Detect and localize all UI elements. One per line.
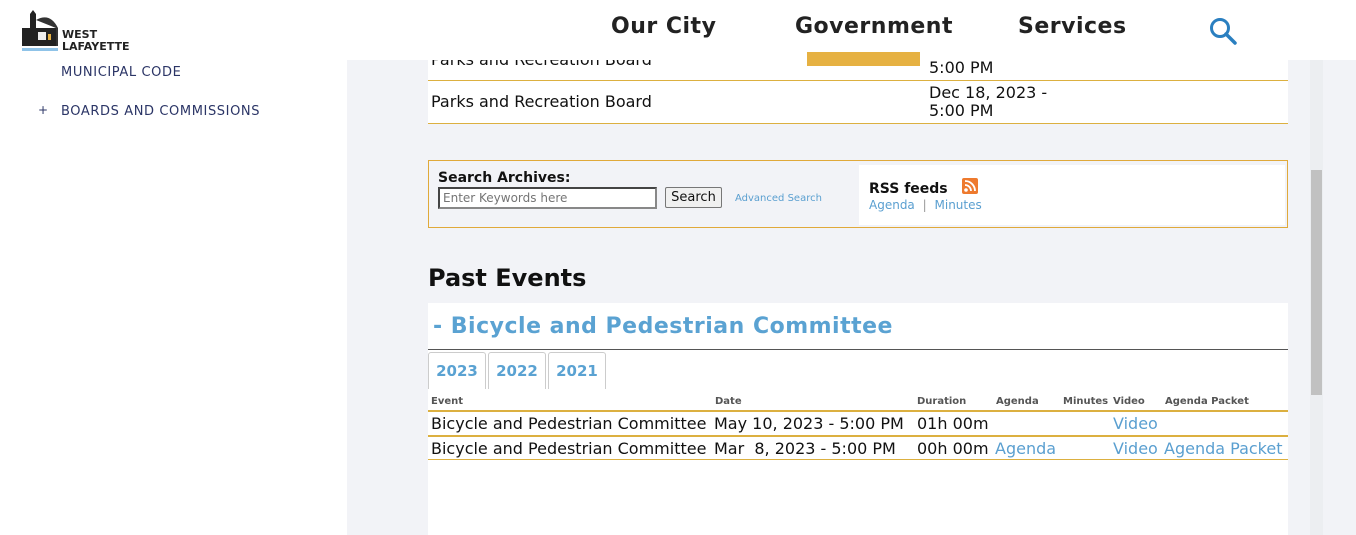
video-link[interactable]: Video [1113,414,1158,433]
search-archives-input[interactable] [438,187,657,209]
event-name: Parks and Recreation Board [431,92,652,111]
sidebar: MUNICIPAL CODE + BOARDS AND COMMISSIONS [0,0,347,535]
search-archives-label: Search Archives: [438,170,571,186]
search-button[interactable]: Search [665,187,722,208]
table-row: Bicycle and Pedestrian Committee May 10,… [428,410,1288,435]
event-date: Mar 8, 2023 - 5:00 PM [714,439,896,458]
event-date: Dec 18, 2023 - [929,83,1048,102]
divider [428,349,1288,350]
sidebar-item-boards-and-commissions[interactable]: BOARDS AND COMMISSIONS [61,104,260,119]
advanced-search-link[interactable]: Advanced Search [735,193,822,204]
col-minutes: Minutes [1063,396,1109,407]
expand-icon[interactable]: + [38,103,48,117]
active-nav-indicator [807,52,920,66]
nav-government[interactable]: Government [795,14,953,39]
past-events-panel: - Bicycle and Pedestrian Committee 2023 … [428,303,1288,535]
agenda-link[interactable]: Agenda [995,439,1056,458]
rss-feeds-box: RSS feeds Agenda | Minutes [859,165,1285,225]
scrollbar-thumb[interactable] [1311,170,1322,395]
agenda-packet-link[interactable]: Agenda Packet [1164,439,1282,458]
tab-2023[interactable]: 2023 [428,352,486,389]
tab-2021[interactable]: 2021 [548,352,606,389]
col-video: Video [1113,396,1145,407]
search-archives-box: Search Archives: Search Advanced Search … [428,160,1288,228]
event-name: Bicycle and Pedestrian Committee [431,414,707,433]
past-events-title: Past Events [428,264,587,292]
rss-icon[interactable] [962,178,978,194]
event-duration: 01h 00m [917,414,989,433]
svg-text:LAFAYETTE: LAFAYETTE [62,40,130,53]
nav-services[interactable]: Services [1018,14,1127,39]
col-agenda: Agenda [996,396,1039,407]
event-duration: 00h 00m [917,439,989,458]
col-duration: Duration [917,396,967,407]
sidebar-item-municipal-code[interactable]: MUNICIPAL CODE [61,65,181,80]
committee-toggle[interactable]: - Bicycle and Pedestrian Committee [433,314,893,339]
event-time: 5:00 PM [929,101,994,120]
table-row: Parks and Recreation Board Dec 18, 2023 … [428,81,1288,124]
table-row: Bicycle and Pedestrian Committee Mar 8, … [428,435,1288,460]
header: WEST LAFAYETTE Our City Government Servi… [0,0,1356,60]
rss-minutes-link[interactable]: Minutes [935,198,982,212]
col-agenda-packet: Agenda Packet [1165,396,1249,407]
rss-agenda-link[interactable]: Agenda [869,198,915,212]
event-date: 5:00 PM [929,58,994,77]
col-date: Date [715,396,742,407]
city-logo[interactable]: WEST LAFAYETTE [22,8,134,54]
event-name: Bicycle and Pedestrian Committee [431,439,707,458]
rss-title: RSS feeds [869,181,948,197]
search-icon[interactable] [1208,16,1238,46]
video-link[interactable]: Video [1113,439,1158,458]
tab-2022[interactable]: 2022 [488,352,546,389]
col-event: Event [431,396,464,407]
event-date: May 10, 2023 - 5:00 PM [714,414,904,433]
nav-our-city[interactable]: Our City [611,14,716,39]
separator: | [922,198,927,212]
